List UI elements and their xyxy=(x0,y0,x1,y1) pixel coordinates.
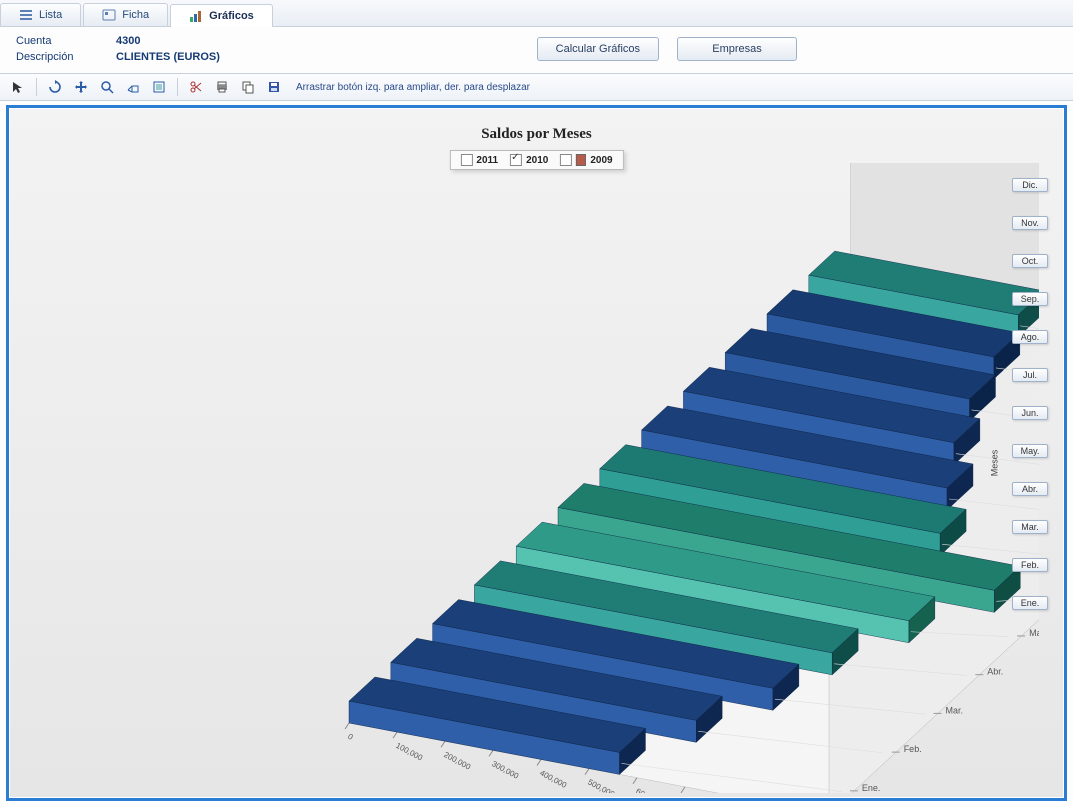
tab-bar: Lista Ficha Gráficos xyxy=(0,0,1073,27)
month-button[interactable]: Feb. xyxy=(1012,558,1048,572)
cuenta-value: 4300 xyxy=(116,35,220,47)
empresas-button[interactable]: Empresas xyxy=(677,37,797,61)
month-button[interactable]: Abr. xyxy=(1012,482,1048,496)
month-button[interactable]: Ago. xyxy=(1012,330,1048,344)
descripcion-label: Descripción xyxy=(16,51,106,63)
copy-icon[interactable] xyxy=(236,75,260,99)
chart-frame: Saldos por Meses 2011 2010 2009 Dic.Nov.… xyxy=(6,105,1067,801)
depth-icon[interactable] xyxy=(121,75,145,99)
descripcion-value: CLIENTES (EUROS) xyxy=(116,51,220,63)
card-icon xyxy=(102,8,116,22)
month-button[interactable]: Oct. xyxy=(1012,254,1048,268)
month-button[interactable]: Jul. xyxy=(1012,368,1048,382)
tab-label: Gráficos xyxy=(209,10,254,22)
month-button[interactable]: Jun. xyxy=(1012,406,1048,420)
svg-text:Feb.: Feb. xyxy=(904,744,922,754)
svg-text:100,000: 100,000 xyxy=(394,741,424,763)
save-icon[interactable] xyxy=(262,75,286,99)
svg-text:May.: May. xyxy=(1029,628,1039,638)
cuenta-label: Cuenta xyxy=(16,35,106,47)
list-icon xyxy=(19,8,33,22)
header-buttons: Calcular Gráficos Empresas xyxy=(537,37,1057,61)
tab-label: Ficha xyxy=(122,9,149,21)
toolbar-hint: Arrastrar botón izq. para ampliar, der. … xyxy=(296,82,530,93)
month-button[interactable]: Dic. xyxy=(1012,178,1048,192)
refresh-icon[interactable] xyxy=(43,75,67,99)
tab-graficos[interactable]: Gráficos xyxy=(170,4,273,27)
chart-title: Saldos por Meses xyxy=(9,126,1064,143)
move-icon[interactable] xyxy=(69,75,93,99)
style-icon[interactable] xyxy=(147,75,171,99)
chart-3d[interactable]: Dic.Nov.Oct.Sep.Ago.Jul.Jun.May.Abr.Mar.… xyxy=(19,163,1039,793)
svg-text:500,000: 500,000 xyxy=(586,777,616,793)
svg-text:Abr.: Abr. xyxy=(987,667,1003,677)
svg-text:600,000: 600,000 xyxy=(634,787,664,793)
header-row: Cuenta 4300 Descripción CLIENTES (EUROS)… xyxy=(0,27,1073,73)
svg-text:400,000: 400,000 xyxy=(538,768,568,790)
scissors-icon[interactable] xyxy=(184,75,208,99)
tab-label: Lista xyxy=(39,9,62,21)
month-button[interactable]: May. xyxy=(1012,444,1048,458)
chart-toolbar: Arrastrar botón izq. para ampliar, der. … xyxy=(0,73,1073,101)
chart-icon xyxy=(189,9,203,23)
toolbar-separator xyxy=(177,78,178,96)
svg-text:Mar.: Mar. xyxy=(946,705,964,715)
print-icon[interactable] xyxy=(210,75,234,99)
svg-text:300,000: 300,000 xyxy=(490,759,520,781)
toolbar-separator xyxy=(36,78,37,96)
month-button[interactable]: Sep. xyxy=(1012,292,1048,306)
calcular-button[interactable]: Calcular Gráficos xyxy=(537,37,659,61)
month-button[interactable]: Ene. xyxy=(1012,596,1048,610)
tab-lista[interactable]: Lista xyxy=(0,3,81,26)
month-button[interactable]: Nov. xyxy=(1012,216,1048,230)
svg-text:Ene.: Ene. xyxy=(862,783,881,793)
tab-ficha[interactable]: Ficha xyxy=(83,3,168,26)
zoom-icon[interactable] xyxy=(95,75,119,99)
svg-text:200,000: 200,000 xyxy=(442,750,472,772)
z-axis-label: Meses xyxy=(990,450,1000,477)
month-button[interactable]: Mar. xyxy=(1012,520,1048,534)
pointer-icon[interactable] xyxy=(6,75,30,99)
account-info: Cuenta 4300 Descripción CLIENTES (EUROS) xyxy=(16,35,220,63)
month-buttons: Dic. Nov. Oct. Sep. Ago. Jul. Jun. May. Abr. Mar.… xyxy=(1012,178,1048,610)
svg-text:0: 0 xyxy=(346,732,355,742)
